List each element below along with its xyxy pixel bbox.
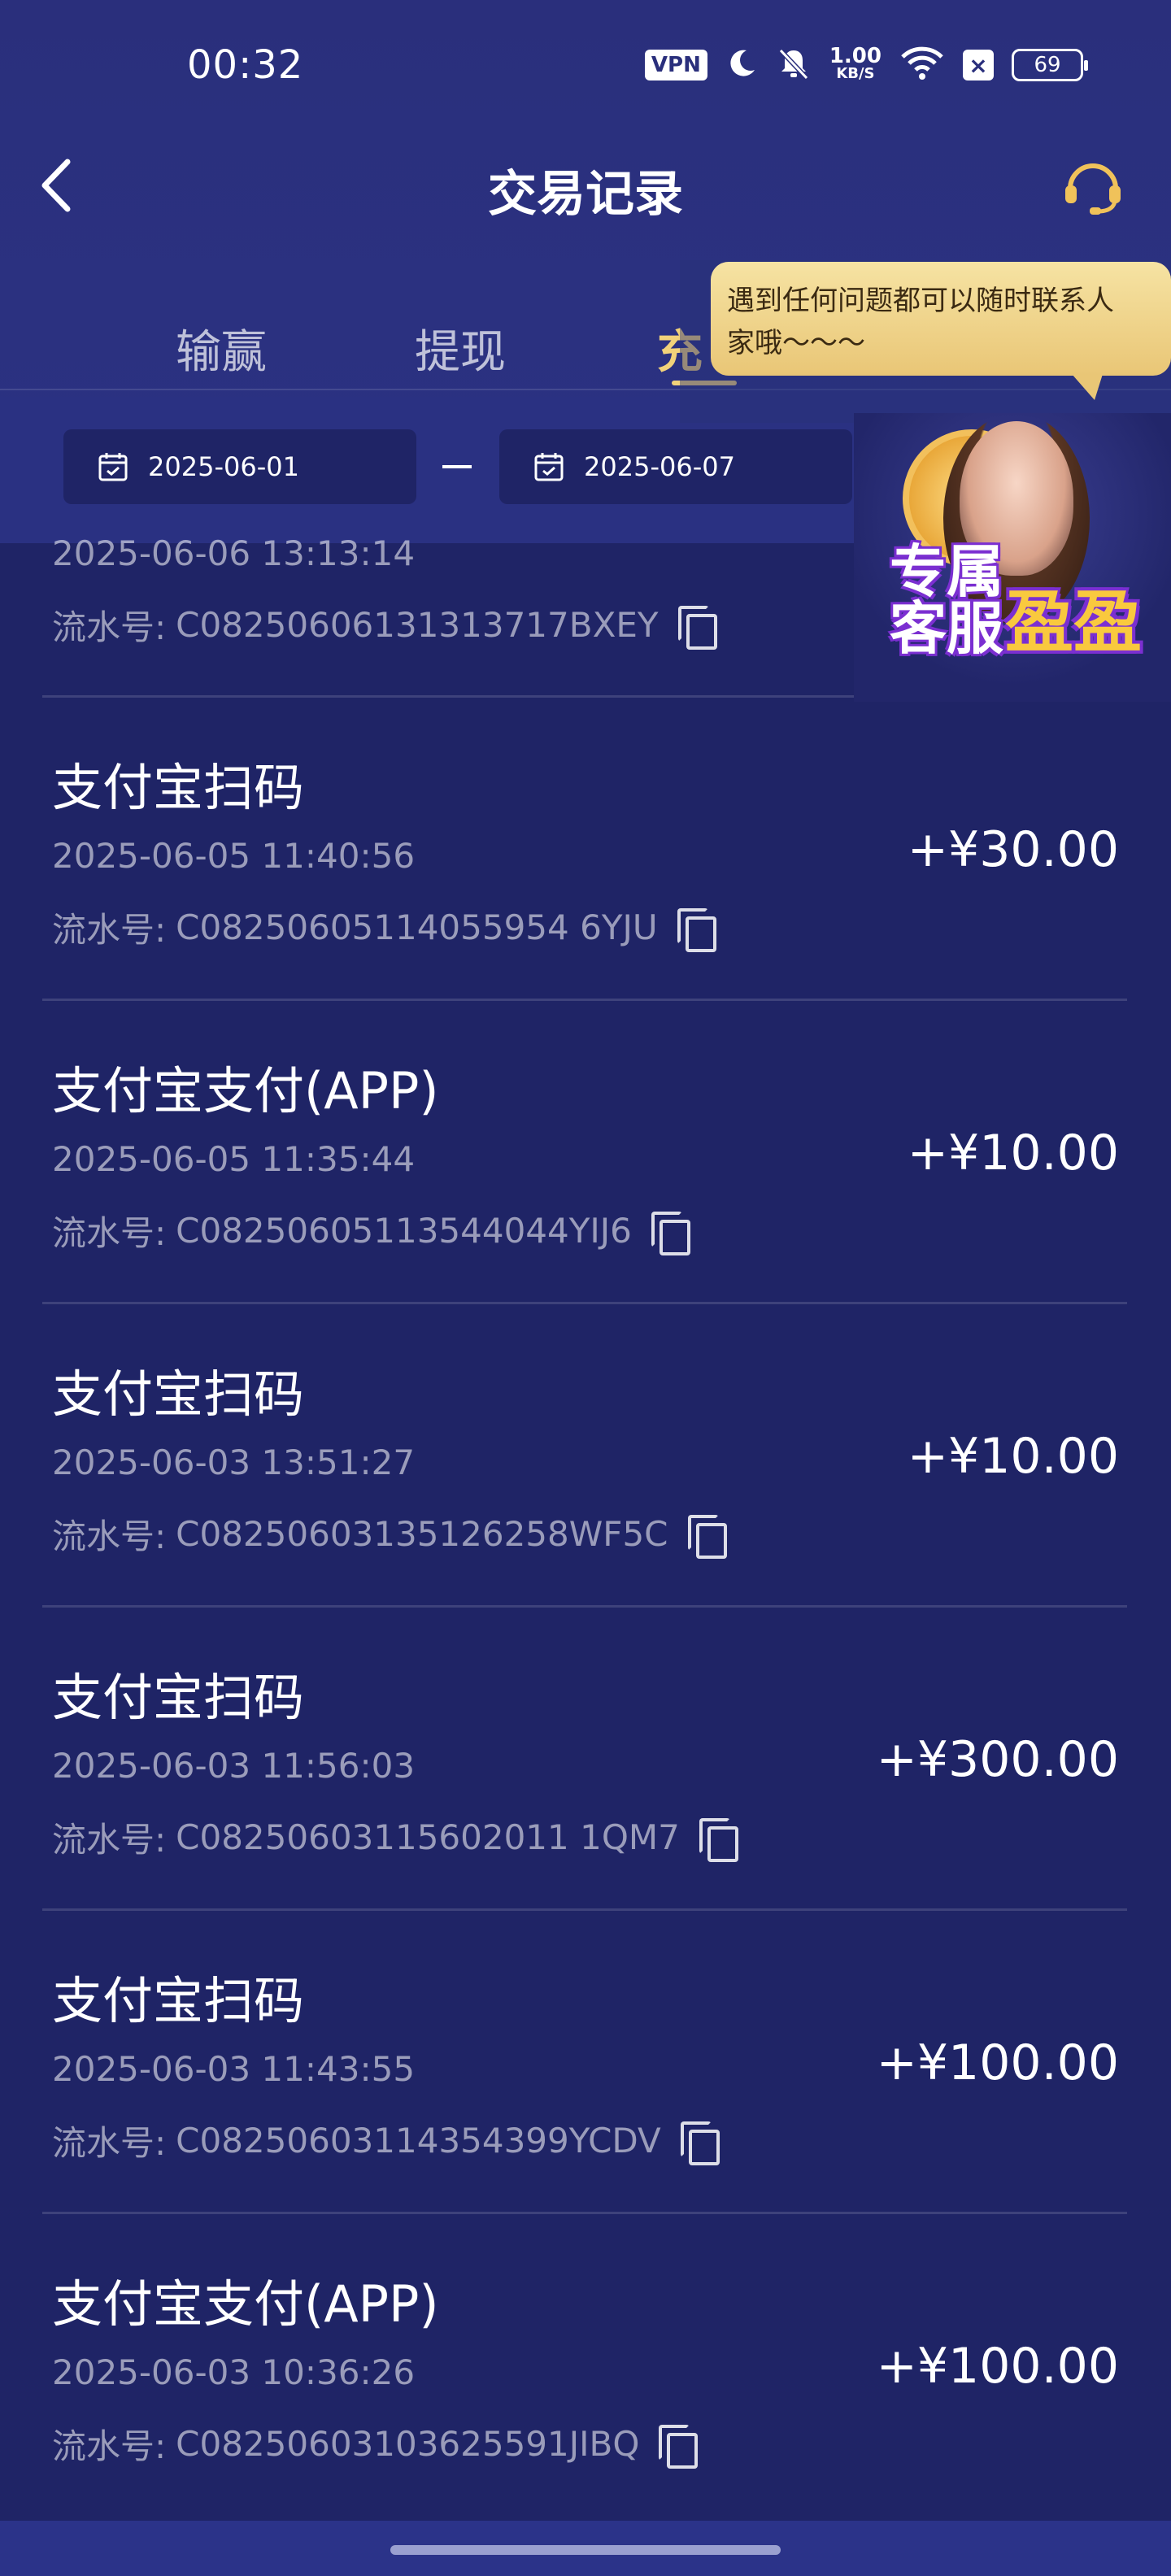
serial-value: C08250603103625591JIBQ <box>176 2424 640 2464</box>
list-item[interactable]: 支付宝扫码 2025-06-05 11:40:56 流水号: C08250605… <box>0 698 1171 1002</box>
item-serial: 流水号: C08250606131313717BXEY <box>52 600 717 650</box>
serial-label: 流水号: <box>52 1516 167 1556</box>
copy-icon[interactable] <box>651 1211 690 1255</box>
copy-icon[interactable] <box>677 907 716 952</box>
item-serial: 流水号: C08250605114055954 6YJU <box>52 903 716 952</box>
item-title: 支付宝扫码 <box>52 1364 305 1424</box>
item-time: 2025-06-05 11:40:56 <box>52 836 416 876</box>
promo-line-1: 专属客服 <box>890 538 1003 662</box>
item-time: 2025-06-05 11:35:44 <box>52 1139 416 1179</box>
home-indicator[interactable] <box>390 2545 781 2555</box>
status-bar: 00:32 VPN 1.00 KB/S × 69 <box>0 0 1171 130</box>
copy-icon[interactable] <box>680 2121 720 2165</box>
start-date-value: 2025-06-01 <box>148 451 299 482</box>
item-title: 支付宝扫码 <box>52 758 305 817</box>
serial-value: C08250605114055954 6YJU <box>176 907 658 947</box>
end-date-value: 2025-06-07 <box>584 451 735 482</box>
serial-value: C08250606131313717BXEY <box>176 605 659 645</box>
item-amount: +¥100.00 <box>876 2338 1119 2395</box>
item-title: 支付宝支付(APP) <box>52 1061 439 1120</box>
item-serial: 流水号: C08250603114354399YCDV <box>52 2116 720 2165</box>
tab-win-loss[interactable]: 输赢 <box>176 315 267 381</box>
tooltip-line-1: 遇到任何问题都可以随时联系人 <box>727 285 1114 317</box>
tooltip-line-2: 家哦～～～ <box>727 327 865 359</box>
item-time: 2025-06-03 11:56:03 <box>52 1746 416 1786</box>
serial-label: 流水号: <box>52 2123 167 2163</box>
start-date-field[interactable]: 2025-06-01 <box>63 429 416 504</box>
copy-icon[interactable] <box>659 2424 699 2469</box>
navigation-bar <box>0 2521 1171 2576</box>
status-time: 00:32 <box>187 42 304 88</box>
serial-label: 流水号: <box>52 1213 167 1253</box>
item-serial: 流水号: C08250603135126258WF5C <box>52 1509 727 1559</box>
vpn-icon: VPN <box>644 50 707 80</box>
item-time: 2025-06-06 13:13:14 <box>52 533 416 573</box>
date-separator <box>442 465 472 468</box>
list-item[interactable]: 支付宝支付(APP) 2025-06-05 11:35:44 流水号: C082… <box>0 1001 1171 1305</box>
calendar-icon <box>98 453 128 481</box>
item-amount: +¥30.00 <box>907 821 1119 878</box>
close-box-icon: × <box>963 50 994 80</box>
promo-badge: 专属客服 盈盈 <box>883 543 1143 665</box>
serial-label: 流水号: <box>52 2426 167 2466</box>
item-amount: +¥10.00 <box>907 1125 1119 1181</box>
copy-icon[interactable] <box>699 1817 738 1862</box>
tab-withdraw[interactable]: 提现 <box>415 315 506 381</box>
copy-icon[interactable] <box>677 605 717 650</box>
list-item[interactable]: 支付宝支付(APP) 2025-06-03 10:36:26 流水号: C082… <box>0 2214 1171 2518</box>
net-speed-unit: KB/S <box>836 65 875 82</box>
item-title: 支付宝支付(APP) <box>52 2274 439 2334</box>
headset-icon <box>1065 163 1121 215</box>
page-title: 交易记录 <box>488 166 683 223</box>
moon-icon <box>725 47 758 83</box>
status-icons: VPN 1.00 KB/S × 69 <box>644 41 1088 89</box>
item-title: 支付宝扫码 <box>52 1668 305 1727</box>
customer-service-button[interactable] <box>1059 154 1127 220</box>
end-date-field[interactable]: 2025-06-07 <box>499 429 852 504</box>
battery-level: 69 <box>1034 53 1061 77</box>
list-item[interactable]: 支付宝扫码 2025-06-03 13:51:27 流水号: C08250603… <box>0 1304 1171 1608</box>
list-item[interactable]: 支付宝扫码 2025-06-03 11:56:03 流水号: C08250603… <box>0 1608 1171 1912</box>
serial-label: 流水号: <box>52 1820 167 1860</box>
net-speed-value: 1.00 <box>829 44 882 68</box>
item-time: 2025-06-03 10:36:26 <box>52 2352 416 2392</box>
item-time: 2025-06-03 11:43:55 <box>52 2049 416 2089</box>
battery-icon: 69 <box>1012 49 1088 81</box>
item-time: 2025-06-03 13:51:27 <box>52 1442 416 1482</box>
copy-icon[interactable] <box>687 1514 727 1559</box>
serial-value: C08250603115602011 1QM7 <box>176 1817 680 1857</box>
list-item[interactable]: 支付宝扫码 2025-06-03 11:43:55 流水号: C08250603… <box>0 1911 1171 2215</box>
serial-value: C08250605113544044YIJ6 <box>176 1211 632 1251</box>
item-amount: +¥10.00 <box>907 1428 1119 1485</box>
support-tooltip[interactable]: 遇到任何问题都可以随时联系人 家哦～～～ <box>711 262 1171 400</box>
item-serial: 流水号: C08250603103625591JIBQ <box>52 2419 699 2469</box>
item-amount: +¥300.00 <box>876 1731 1119 1788</box>
net-speed: 1.00 KB/S <box>829 44 882 83</box>
wifi-icon <box>899 46 945 85</box>
serial-label: 流水号: <box>52 910 167 950</box>
item-serial: 流水号: C08250605113544044YIJ6 <box>52 1206 690 1255</box>
serial-value: C08250603135126258WF5C <box>176 1514 668 1554</box>
item-title: 支付宝扫码 <box>52 1971 305 2030</box>
item-amount: +¥100.00 <box>876 2034 1119 2091</box>
customer-service-promo[interactable]: 专属客服 盈盈 <box>854 413 1171 702</box>
mute-bell-icon <box>776 46 812 85</box>
item-serial: 流水号: C08250603115602011 1QM7 <box>52 1812 738 1862</box>
serial-label: 流水号: <box>52 607 167 647</box>
app-header: 交易记录 <box>0 130 1171 244</box>
promo-line-2: 盈盈 <box>1005 582 1143 662</box>
serial-value: C08250603114354399YCDV <box>176 2121 661 2160</box>
calendar-icon <box>534 453 564 481</box>
